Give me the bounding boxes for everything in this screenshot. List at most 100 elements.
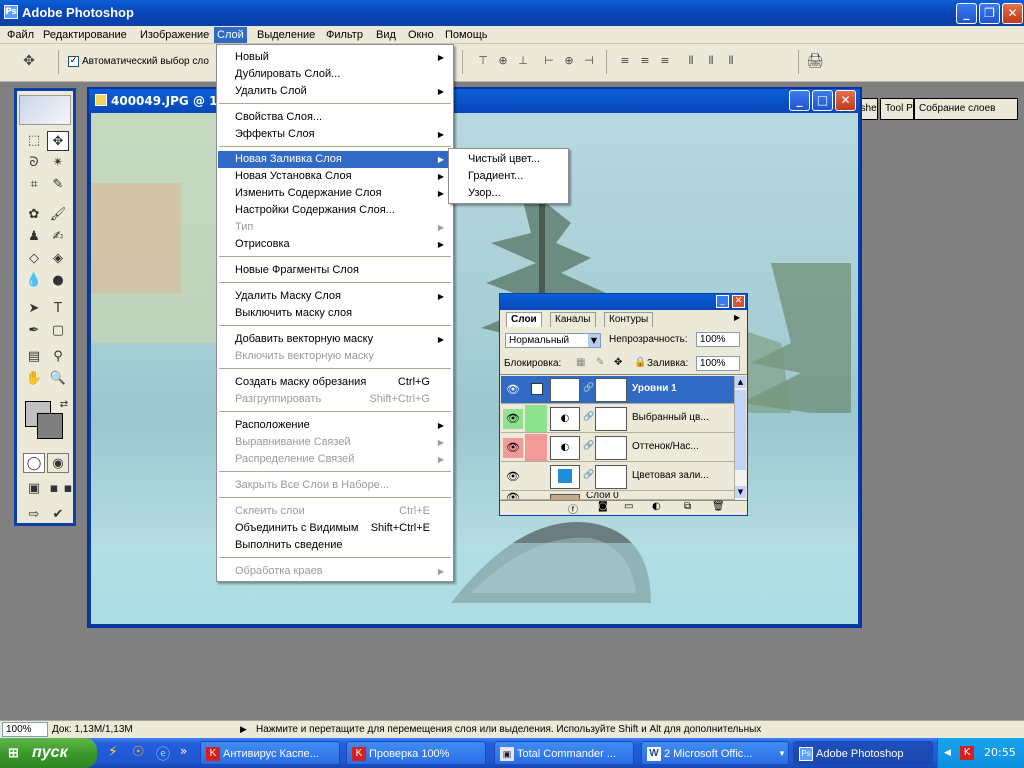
- menu-item-new-fill[interactable]: Новая Заливка Слоя ▶: [218, 151, 452, 168]
- layers-panel-titlebar[interactable]: _ ✕: [500, 294, 747, 310]
- layer-row[interactable]: 👁 ◐ 🔗 Оттенок/Нас...: [501, 434, 734, 462]
- add-mask-icon[interactable]: ◙: [598, 501, 608, 512]
- panel-menu-arrow-icon[interactable]: ▶: [734, 313, 740, 322]
- notes-tool-icon[interactable]: ▤: [23, 347, 45, 367]
- fill-input[interactable]: 100%: [696, 356, 740, 371]
- scroll-up-icon[interactable]: ▲: [735, 376, 746, 388]
- distribute-top-icon[interactable]: ≡: [616, 52, 634, 70]
- start-button[interactable]: ⊞ пуск: [0, 738, 97, 768]
- tab-layers[interactable]: Слои: [506, 312, 542, 327]
- submenu-item-gradient[interactable]: Градиент...: [450, 168, 567, 185]
- lock-transparency-icon[interactable]: ▦: [576, 357, 585, 368]
- layer-style-icon[interactable]: ⓕ: [568, 501, 578, 516]
- layer-row[interactable]: 👁 ◐ 🔗 Выбранный цв...: [501, 405, 734, 433]
- lasso-tool-icon[interactable]: ᘐ: [23, 153, 45, 173]
- lock-brush-icon[interactable]: ✎: [596, 357, 604, 368]
- layer-row[interactable]: 👁 Слой 0: [501, 492, 734, 500]
- trash-icon[interactable]: 🗑: [712, 501, 725, 512]
- menu-window[interactable]: Окно: [405, 27, 437, 43]
- new-set-icon[interactable]: ▭: [624, 501, 633, 512]
- menu-view[interactable]: Вид: [373, 27, 399, 43]
- align-hcenter-icon[interactable]: ⊕: [560, 52, 578, 70]
- distribute-bottom-icon[interactable]: ≡: [656, 52, 674, 70]
- screen-mode-full-icon[interactable]: ▪: [61, 479, 75, 499]
- align-vcenter-icon[interactable]: ⊕: [494, 52, 512, 70]
- distribute-left-icon[interactable]: ⫴: [682, 52, 700, 70]
- scroll-thumb[interactable]: [735, 390, 746, 470]
- layers-scrollbar[interactable]: ▲ ▼: [734, 376, 746, 500]
- eye-icon[interactable]: 👁: [503, 467, 523, 487]
- blend-mode-chevron-down-icon[interactable]: ▼: [588, 334, 600, 347]
- taskbar-button-total-commander[interactable]: ▣ Total Commander ...: [494, 741, 634, 765]
- layer-name[interactable]: Выбранный цв...: [632, 412, 709, 423]
- quicklaunch-more-icon[interactable]: »: [180, 744, 187, 758]
- auto-select-checkbox[interactable]: ✓: [68, 56, 79, 67]
- menu-file[interactable]: Файл: [4, 27, 37, 43]
- paint-bucket-icon[interactable]: ◈: [47, 249, 69, 269]
- imageready-icon[interactable]: ✔: [47, 505, 69, 525]
- menu-item-new-slices[interactable]: Новые Фрагменты Слоя: [218, 262, 452, 279]
- eye-icon[interactable]: 👁: [503, 492, 523, 499]
- menu-item-effects[interactable]: Эффекты Слоя ▶: [218, 126, 452, 143]
- clone-stamp-icon[interactable]: ♟: [23, 227, 45, 247]
- submenu-item-solid-color[interactable]: Чистый цвет...: [450, 151, 567, 168]
- opacity-input[interactable]: 100%: [696, 332, 740, 347]
- scroll-down-icon[interactable]: ▼: [735, 486, 746, 498]
- align-top-icon[interactable]: ⊤: [474, 52, 492, 70]
- menu-item-duplicate[interactable]: Дублировать Слой...: [218, 66, 452, 83]
- eye-icon[interactable]: 👁: [503, 380, 523, 400]
- brush-tool-icon[interactable]: 🖌: [47, 205, 69, 225]
- minimize-button[interactable]: _: [956, 3, 977, 24]
- palette-well-tool-presets[interactable]: Tool P: [880, 98, 914, 120]
- layer-mask-thumbnail[interactable]: [595, 378, 627, 402]
- dodge-tool-icon[interactable]: ●: [47, 271, 69, 291]
- layer-row[interactable]: 👁 ◐ 🔗 Уровни 1: [501, 376, 734, 404]
- new-adjustment-icon[interactable]: ◐: [652, 501, 661, 512]
- slice-tool-icon[interactable]: ✎: [47, 175, 69, 195]
- menu-item-flatten[interactable]: Выполнить сведение: [218, 537, 452, 554]
- quicklaunch-ie-icon[interactable]: ⓔ: [156, 744, 170, 764]
- menu-item-merge-visible[interactable]: Объединить с Видимым Shift+Ctrl+E: [218, 520, 452, 537]
- doc-maximize-button[interactable]: □: [812, 90, 833, 111]
- eyedropper-tool-icon[interactable]: ⚲: [47, 347, 69, 367]
- new-layer-icon[interactable]: ⧉: [684, 501, 691, 512]
- menu-item-change-content[interactable]: Изменить Содержание Слоя ▶: [218, 185, 452, 202]
- tray-expand-icon[interactable]: ◀: [944, 746, 952, 760]
- menu-image[interactable]: Изображение: [137, 27, 212, 43]
- doc-minimize-button[interactable]: _: [789, 90, 810, 111]
- align-left-icon[interactable]: ⊢: [540, 52, 558, 70]
- zoom-input[interactable]: 100%: [2, 722, 48, 737]
- tab-paths[interactable]: Контуры: [604, 312, 654, 327]
- doc-close-button[interactable]: ✕: [835, 90, 856, 111]
- tab-channels[interactable]: Каналы: [550, 312, 596, 327]
- eye-icon[interactable]: 👁: [503, 409, 523, 429]
- move-tool-icon[interactable]: ✥: [47, 131, 69, 151]
- menu-item-disable-mask[interactable]: Выключить маску слоя: [218, 305, 452, 322]
- menu-item-content-options[interactable]: Настройки Содержания Слоя...: [218, 202, 452, 219]
- quick-mask-icon[interactable]: ◉: [47, 453, 69, 473]
- shape-tool-icon[interactable]: ▢: [47, 321, 69, 341]
- align-right-icon[interactable]: ⊣: [580, 52, 598, 70]
- clock[interactable]: 20:55: [984, 738, 1016, 768]
- menu-item-arrange[interactable]: Расположение ▶: [218, 417, 452, 434]
- menu-item-remove-mask[interactable]: Удалить Маску Слоя ▶: [218, 288, 452, 305]
- close-button[interactable]: ✕: [1002, 3, 1023, 24]
- move-tool-preset-icon[interactable]: ✥: [20, 52, 38, 70]
- layer-mask-thumbnail[interactable]: [595, 436, 627, 460]
- marquee-tool-icon[interactable]: ⬚: [23, 131, 45, 151]
- menu-item-delete[interactable]: Удалить Слой ▶: [218, 83, 452, 100]
- menu-item-rasterize[interactable]: Отрисовка ▶: [218, 236, 452, 253]
- menu-select[interactable]: Выделение: [254, 27, 318, 43]
- menu-item-new[interactable]: Новый ▶: [218, 49, 452, 66]
- menu-help[interactable]: Помощь: [442, 27, 491, 43]
- background-color-swatch[interactable]: [37, 413, 63, 439]
- healing-brush-icon[interactable]: ✿: [23, 205, 45, 225]
- magic-wand-tool-icon[interactable]: ✴: [47, 153, 69, 173]
- submenu-item-pattern[interactable]: Узор...: [450, 185, 567, 202]
- menu-edit[interactable]: Редактирование: [40, 27, 130, 43]
- panel-close-button[interactable]: ✕: [732, 295, 745, 308]
- taskbar-button-kaspersky[interactable]: K Антивирус Каспе...: [200, 741, 340, 765]
- crop-tool-icon[interactable]: ⌗: [23, 175, 45, 195]
- menu-item-properties[interactable]: Свойства Слоя...: [218, 109, 452, 126]
- menu-layer[interactable]: Слой: [214, 27, 247, 43]
